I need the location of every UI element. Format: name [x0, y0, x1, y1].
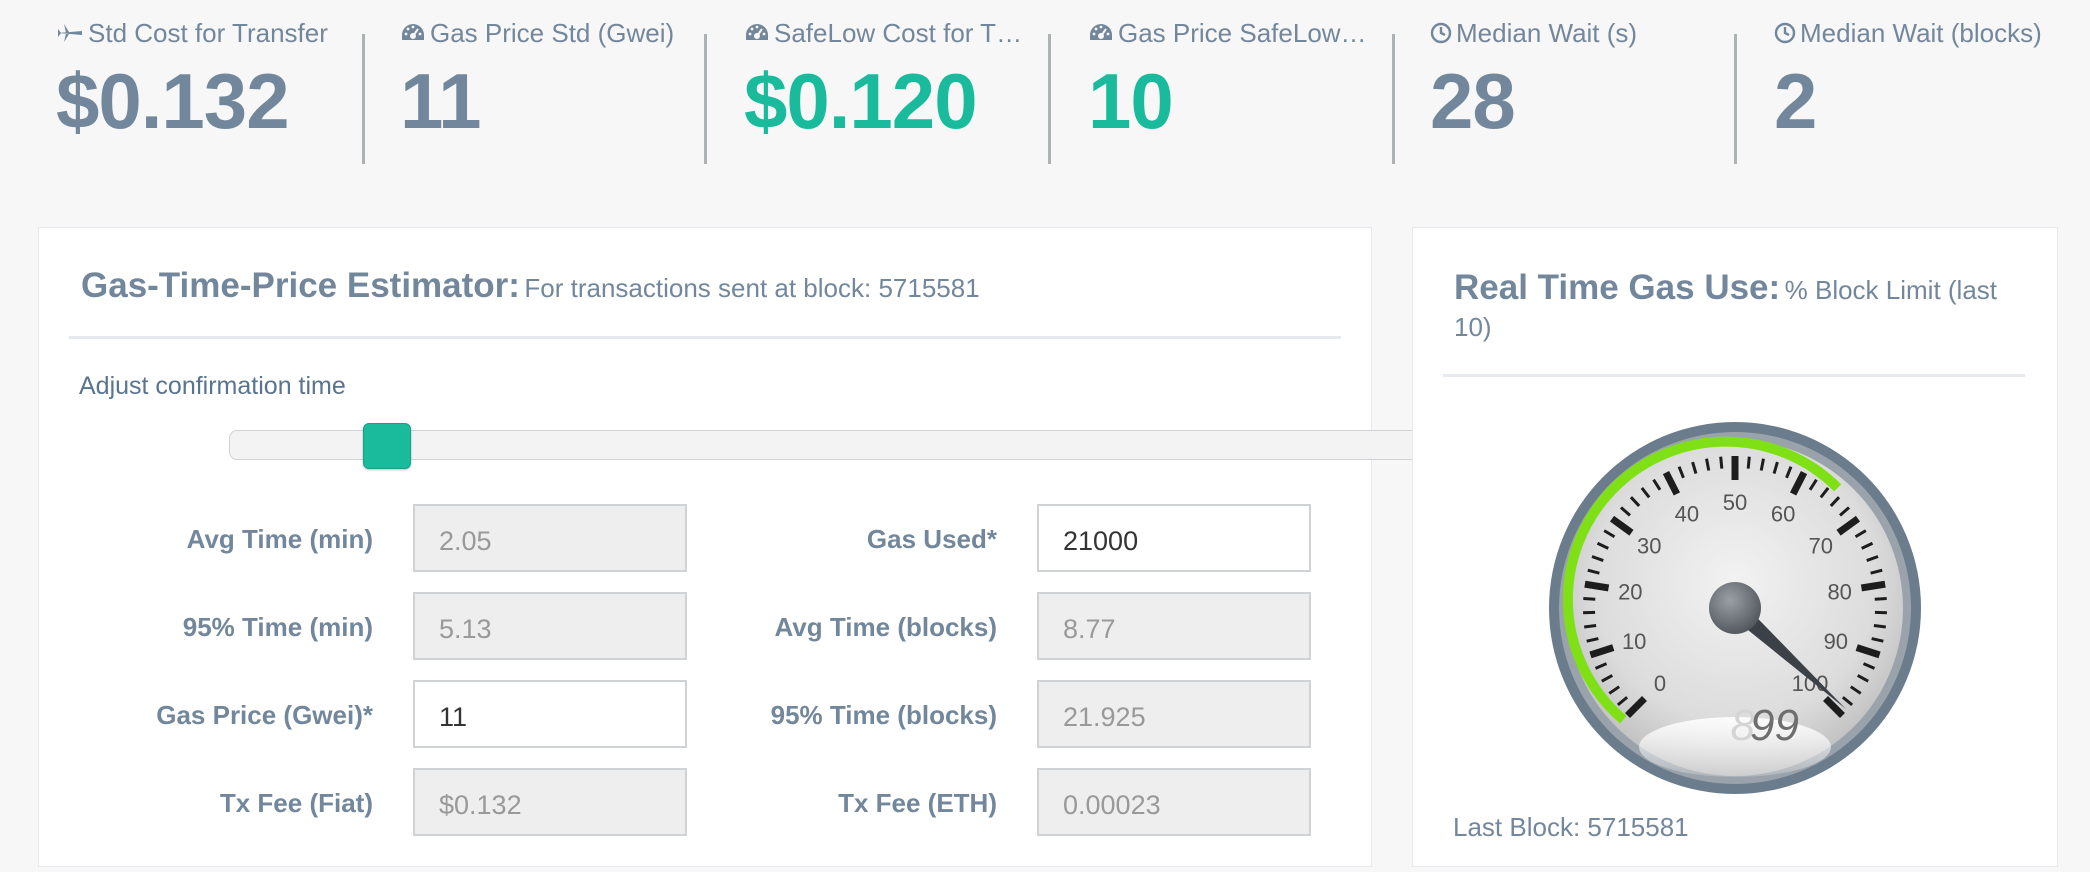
gauge-tick-label: 90 [1824, 629, 1848, 654]
stat-title-text: Median Wait (blocks) [1800, 18, 2042, 48]
dashboard-icon [400, 20, 426, 51]
stat-divider [1734, 34, 1737, 164]
gauge-tick-label: 10 [1622, 629, 1646, 654]
estimator-panel: Gas-Time-Price Estimator: For transactio… [38, 227, 1429, 867]
gauge-minor-tick [1874, 596, 1887, 601]
stat-title: Gas Price SafeLow… [1088, 18, 1376, 51]
stat-divider [1392, 34, 1395, 164]
gauge-minor-tick [1873, 624, 1886, 629]
clock-icon [1430, 20, 1452, 51]
stat-title-text: Gas Price SafeLow… [1118, 18, 1367, 48]
plane-icon [56, 20, 84, 51]
gauge-tick-label: 70 [1809, 534, 1833, 559]
gauge-minor-tick [1584, 624, 1597, 629]
gauge-major-tick [1860, 580, 1886, 592]
stat-divider [1048, 34, 1051, 164]
gauge-tick-label: 40 [1675, 502, 1699, 527]
confirmation-time-slider-handle[interactable] [363, 423, 411, 469]
gas-use-title: Real Time Gas Use: [1454, 268, 1781, 307]
gauge-hub [1709, 582, 1761, 634]
gauge-tick-label: 60 [1771, 502, 1795, 527]
time-95-blocks-field: 21.925 [1037, 680, 1311, 748]
stat-title: SafeLow Cost for T… [744, 18, 1032, 51]
stat-safelow-cost: SafeLow Cost for T… $0.120 [744, 0, 1032, 170]
clock-icon [1774, 20, 1796, 51]
stat-value: $0.132 [56, 57, 290, 145]
gas-use-subtitle: % Block Limit (last [1784, 275, 1998, 305]
gauge-minor-tick [1746, 456, 1751, 469]
last-block-label: Last Block: 5715581 [1453, 812, 1689, 842]
avg-time-blocks-label: Avg Time (blocks) [774, 612, 998, 642]
tx-fee-eth-field: 0.00023 [1037, 768, 1311, 836]
time-95-min-label: 95% Time (min) [182, 612, 373, 642]
tx-fee-fiat-label: Tx Fee (Fiat) [219, 788, 373, 818]
avg-time-blocks-field: 8.77 [1037, 592, 1311, 660]
stat-divider [362, 34, 365, 164]
gas-use-gauge: 010203040 50 60708090100 8 99 [1549, 422, 1921, 794]
gauge-tick-label: 30 [1637, 534, 1661, 559]
stat-gas-price-std: Gas Price Std (Gwei) 11 [400, 0, 700, 170]
stats-bar: Std Cost for Transfer $0.132 Gas Price S… [0, 0, 2090, 190]
stat-title: Median Wait (s) [1430, 18, 1637, 51]
stat-title-text: Std Cost for Transfer [88, 18, 328, 48]
estimator-subtitle: For transactions sent at block: 5715581 [524, 273, 980, 303]
avg-time-min-label: Avg Time (min) [186, 524, 373, 554]
dashboard-icon [1088, 20, 1114, 51]
gas-used-input[interactable]: 21000 [1037, 504, 1311, 572]
time-95-blocks-label: 95% Time (blocks) [770, 700, 997, 730]
gauge-major-tick [1584, 580, 1610, 592]
stat-value: 28 [1430, 57, 1516, 145]
panel-divider [1443, 374, 2025, 377]
panel-title: Gas-Time-Price Estimator: For transactio… [81, 266, 980, 306]
stat-title-text: Gas Price Std (Gwei) [430, 18, 675, 48]
stat-title: Gas Price Std (Gwei) [400, 18, 674, 51]
stat-value: 10 [1088, 57, 1174, 145]
gauge-tick-label: 0 [1654, 671, 1666, 696]
stat-median-wait-blocks: Median Wait (blocks) 2 [1774, 0, 2074, 170]
stat-value: 11 [400, 57, 481, 145]
gas-price-gwei-label: Gas Price (Gwei)* [156, 700, 373, 730]
stat-title-text: Median Wait (s) [1456, 18, 1638, 48]
gauge-tick-label: 80 [1827, 579, 1851, 604]
gauge-tick-label: 20 [1618, 579, 1642, 604]
tx-fee-eth-label: Tx Fee (ETH) [838, 788, 997, 818]
estimator-title: Gas-Time-Price Estimator: [81, 266, 520, 305]
gas-used-label: Gas Used* [866, 524, 997, 554]
stat-value: 2 [1774, 57, 1817, 145]
stat-title-text: SafeLow Cost for T… [774, 18, 1023, 48]
panel-divider [69, 336, 1341, 339]
stat-title: Median Wait (blocks) [1774, 18, 2042, 51]
gauge-display-value: 99 [1750, 701, 1799, 750]
gauge-minor-tick [1583, 596, 1596, 601]
stat-divider [704, 34, 707, 164]
gauge-minor-tick [1719, 456, 1724, 469]
stat-title: Std Cost for Transfer [56, 18, 328, 51]
stat-median-wait-s: Median Wait (s) 28 [1430, 0, 1730, 170]
dashboard-icon [744, 20, 770, 51]
stat-gas-price-safelow: Gas Price SafeLow… 10 [1088, 0, 1376, 170]
gauge-tick-label: 50 [1723, 490, 1747, 515]
panel-title: Real Time Gas Use: % Block Limit (last [1454, 268, 1997, 308]
panel-title-cont: 10) [1454, 312, 1492, 343]
stat-value: $0.120 [744, 57, 978, 145]
adjust-confirmation-label: Adjust confirmation time [79, 372, 346, 400]
stat-std-cost: Std Cost for Transfer $0.132 [56, 0, 356, 170]
gas-use-subtitle-cont: 10) [1454, 312, 1492, 342]
